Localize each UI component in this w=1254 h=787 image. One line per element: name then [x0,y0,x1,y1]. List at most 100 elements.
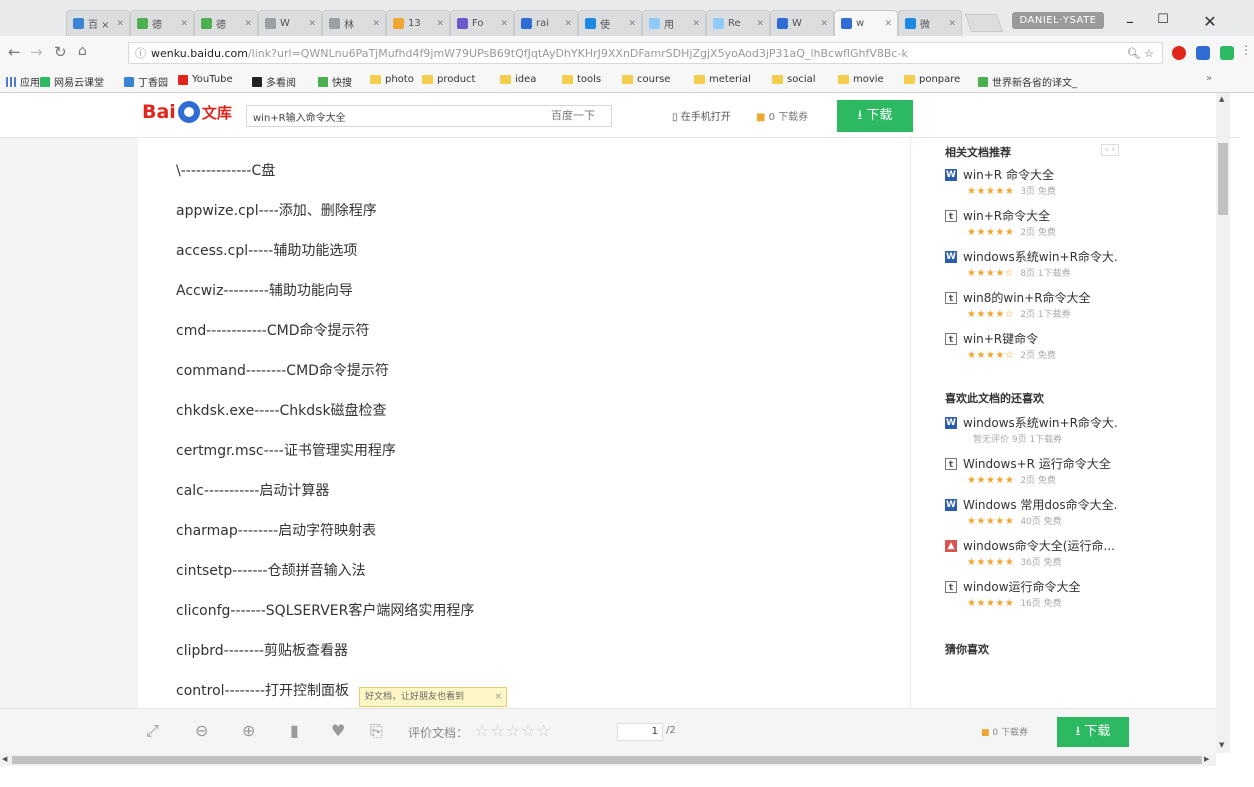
bookmark-item[interactable]: 多看阅 [252,74,296,89]
doc-title-link[interactable]: win+R键命令 [963,330,1038,347]
tab-close-icon[interactable]: ✕ [436,19,444,29]
bookmark-item[interactable]: YouTube [178,74,233,85]
browser-tab[interactable]: 百 × ✕ [66,10,130,36]
back-icon[interactable]: ← [8,43,21,61]
reload-icon[interactable]: ↻ [54,43,67,61]
liked-doc-item[interactable]: t window运行命令大全 ★★★★★ 16页 免费 [945,578,1145,609]
scroll-left-icon[interactable]: ◀ [2,755,7,763]
related-doc-item[interactable]: Wwin+R 命令大全 ★★★★★ 3页 免费 [945,166,1145,197]
share-tip[interactable]: 好文档，让好朋友也看到 × [359,687,507,707]
extension-icon[interactable] [1220,46,1234,60]
zoom-in-icon[interactable]: ⊕ [242,721,255,740]
scroll-right-icon[interactable]: ▶ [1204,755,1209,763]
browser-tab[interactable]: W ✕ [258,10,322,36]
open-on-phone-link[interactable]: ▯ 在手机打开 [672,108,731,123]
doc-title-link[interactable]: windows系统win+R命令大. [963,248,1118,265]
tab-close-icon[interactable]: ✕ [180,19,188,29]
info-icon[interactable]: ⓘ [135,43,146,63]
doc-title-link[interactable]: win+R 命令大全 [963,166,1054,183]
home-icon[interactable]: ⌂ [78,43,87,59]
tab-close-icon[interactable]: ✕ [628,19,636,29]
new-tab-button[interactable] [964,14,1004,32]
forward-icon[interactable]: → [30,43,43,61]
browser-tab[interactable]: 微 ✕ [898,10,962,36]
browser-tab[interactable]: Re ✕ [706,10,770,36]
bookmark-item[interactable]: photo [370,74,414,85]
favorite-heart-icon[interactable]: ♥ [331,721,345,740]
profile-button[interactable]: DANIEL·YSATE [1012,12,1104,29]
related-doc-item[interactable]: Wwindows系统win+R命令大. ★★★★☆ 8页 1下载券 [945,248,1145,279]
browser-tab[interactable]: 林 ✕ [322,10,386,36]
browser-tab[interactable]: 13 ✕ [386,10,450,36]
scroll-up-icon[interactable]: ▲ [1219,95,1224,103]
browser-tab[interactable]: 使 ✕ [578,10,642,36]
horizontal-scrollbar[interactable]: ◀ ▶ [0,754,1216,766]
related-doc-item[interactable]: t win8的win+R命令大全 ★★★★☆ 2页 1下载券 [945,289,1145,320]
bookmark-item[interactable]: tools [562,74,601,85]
zoom-out-icon[interactable]: ⊖ [195,721,208,740]
browser-tab[interactable]: rai ✕ [514,10,578,36]
tab-close-icon[interactable]: ✕ [820,19,828,29]
maximize-icon[interactable]: ☐ [1151,12,1175,27]
bookmark-item[interactable]: 快搜 [318,74,352,89]
bookmark-item[interactable]: 丁香园 [124,74,168,89]
zoom-icon[interactable]: 🔍︎ [1127,47,1141,60]
bookmark-item[interactable]: course [622,74,670,85]
close-window-icon[interactable]: ✕ [1198,12,1222,31]
doc-title-link[interactable]: windows系统win+R命令大. [963,414,1118,431]
minimize-icon[interactable]: – [1118,12,1142,31]
extension-icon[interactable] [1196,46,1210,60]
liked-doc-item[interactable]: W Windows 常用dos命令大全. ★★★★★ 40页 免费 [945,496,1145,527]
doc-title-link[interactable]: Windows+R 运行命令大全 [963,455,1111,472]
hscrollbar-thumb[interactable] [12,756,1202,764]
doc-title-link[interactable]: Windows 常用dos命令大全. [963,496,1117,513]
liked-doc-item[interactable]: t Windows+R 运行命令大全 ★★★★★ 2页 免费 [945,455,1145,486]
scrollbar-thumb[interactable] [1218,143,1228,215]
related-doc-item[interactable]: t win+R键命令 ★★★★☆ 2页 免费 [945,330,1145,361]
tab-close-icon[interactable]: ✕ [948,19,956,29]
browser-tab[interactable]: 德 ✕ [194,10,258,36]
baidu-wenku-logo[interactable]: Bai 文库 [142,101,232,123]
vertical-scrollbar[interactable]: ▲ ▼ [1216,93,1230,753]
browser-tab[interactable]: w ✕ [834,10,898,36]
doc-title-link[interactable]: windows命令大全(运行命... [963,537,1115,554]
address-bar[interactable]: ⓘ wenku.baidu.com/link?url=QWNLnu6PaTjMu… [128,42,1163,64]
liked-doc-item[interactable]: ▲ windows命令大全(运行命... ★★★★★ 36页 免费 [945,537,1145,568]
fullscreen-icon[interactable]: ⤢ [146,721,159,741]
bookmark-item[interactable]: movie [838,74,884,85]
tab-close-icon[interactable]: ✕ [884,19,892,29]
bookmark-item[interactable]: social [772,74,816,85]
tab-close-icon[interactable]: ✕ [564,19,572,29]
extension-icon[interactable] [1172,46,1186,60]
bookmark-item[interactable]: idea [500,74,536,85]
bookmark-item[interactable]: ponpare [904,74,960,85]
tab-close-icon[interactable]: ✕ [244,19,252,29]
page-number-input[interactable]: 1 [617,723,663,741]
tab-close-icon[interactable]: ✕ [372,19,380,29]
browser-tab[interactable]: Fo ✕ [450,10,514,36]
bookmark-icon[interactable]: ▮ [290,721,299,740]
rating-stars[interactable]: ☆☆☆☆☆ [475,721,552,740]
doc-title-link[interactable]: window运行命令大全 [963,578,1081,595]
more-bookmarks-icon[interactable]: » [1206,73,1212,84]
tab-close-icon[interactable]: ✕ [116,19,124,29]
browser-tab[interactable]: W ✕ [770,10,834,36]
bookmark-star-icon[interactable]: ☆ [1144,47,1154,60]
tab-close-icon[interactable]: ✕ [692,19,700,29]
doc-title-link[interactable]: win+R命令大全 [963,207,1050,224]
bookmark-item[interactable]: 世界新各省的译文_ [978,74,1077,89]
liked-doc-item[interactable]: Wwindows系统win+R命令大. 暂无评价 9页 1下载券 [945,414,1145,445]
bookmark-item[interactable]: 网易云课堂 [40,74,104,89]
browser-tab[interactable]: 用 ✕ [642,10,706,36]
search-button[interactable]: 百度一下 [536,106,610,126]
scroll-down-icon[interactable]: ▼ [1219,741,1224,749]
download-button-bottom[interactable]: ⭳ 下载 [1057,717,1129,747]
bookmark-item[interactable]: 应用 [6,74,40,89]
related-doc-item[interactable]: t win+R命令大全 ★★★★★ 2页 免费 [945,207,1145,238]
share-icon[interactable]: ⎘ [370,721,383,741]
tab-close-icon[interactable]: ✕ [500,19,508,29]
menu-icon[interactable]: ⋮ [1240,43,1252,57]
bookmark-item[interactable]: meterial [694,74,751,85]
tab-close-icon[interactable]: ✕ [756,19,764,29]
download-button[interactable]: ⭳ 下载 [837,100,913,132]
